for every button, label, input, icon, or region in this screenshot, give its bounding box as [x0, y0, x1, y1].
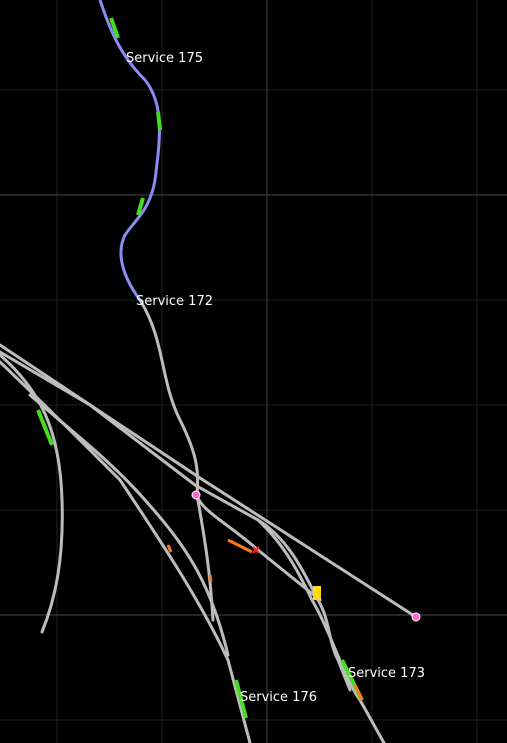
- service-172-label[interactable]: Service 172: [136, 294, 213, 309]
- track-parallel-diagonal[interactable]: [0, 350, 320, 602]
- service-175-label[interactable]: Service 175: [126, 51, 203, 66]
- platform-marker-east[interactable]: [411, 612, 421, 622]
- track-east-loop[interactable]: [256, 518, 386, 743]
- service-173-label[interactable]: Service 173: [348, 666, 425, 681]
- service-175-route[interactable]: [98, 0, 161, 301]
- railway-map[interactable]: Service 175 Service 172 Service 173 Serv…: [0, 0, 507, 743]
- map-grid: [0, 0, 507, 743]
- map-grid-major: [0, 0, 507, 743]
- caution-block: [313, 586, 321, 600]
- occupied-segments: [36, 17, 364, 719]
- platform-marker-junction[interactable]: [191, 490, 201, 500]
- track-east-spur[interactable]: [316, 598, 352, 692]
- service-176-label[interactable]: Service 176: [240, 690, 317, 705]
- track-service176[interactable]: [0, 360, 252, 743]
